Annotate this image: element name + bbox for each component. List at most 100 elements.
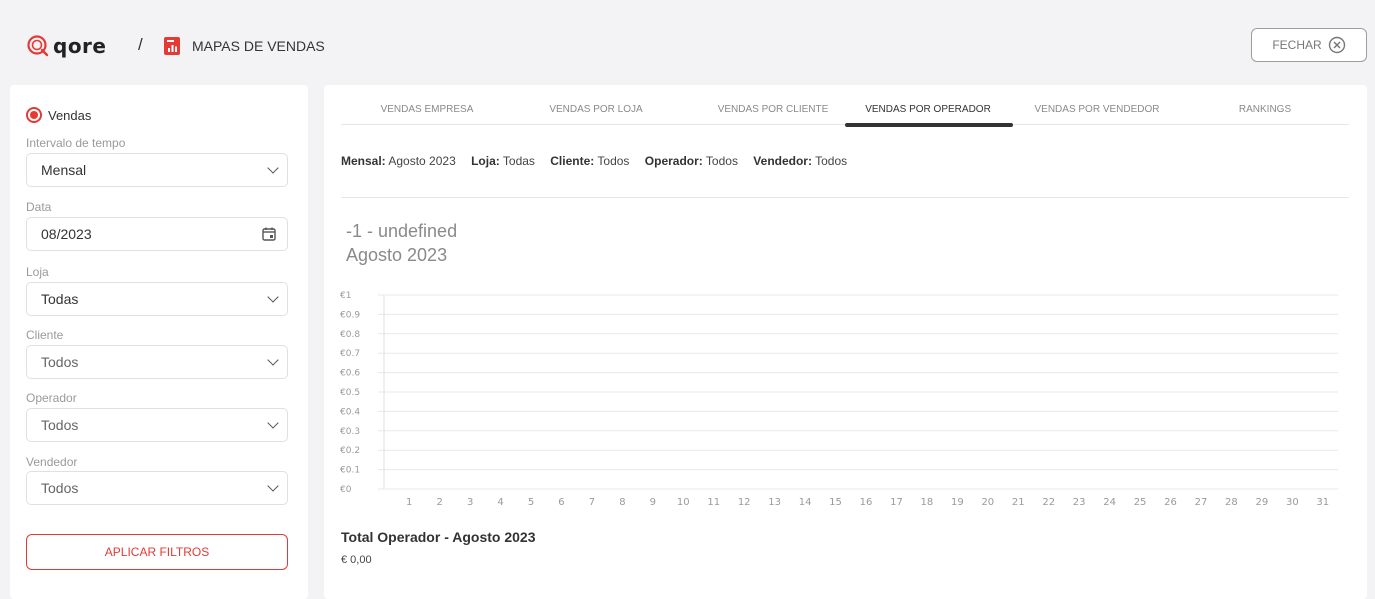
vendas-radio-label: Vendas [48, 107, 92, 123]
filter-sidebar: Vendas Intervalo de tempo Mensal Data 08… [10, 85, 308, 599]
tab-vendas-por-operador[interactable]: VENDAS POR OPERADOR [865, 104, 991, 115]
main-panel: VENDAS EMPRESA VENDAS POR LOJA VENDAS PO… [324, 85, 1367, 599]
tab-vendas-por-loja[interactable]: VENDAS POR LOJA [549, 104, 642, 115]
y-tick-label: €0.1 [340, 466, 360, 476]
breadcrumb-separator: / [138, 35, 143, 54]
x-tick-label: 17 [890, 497, 903, 508]
chart-title: -1 - undefined [346, 221, 458, 241]
date-input[interactable]: 08/2023 [26, 217, 288, 251]
client-label: Cliente [26, 328, 64, 342]
y-tick-label: €0.9 [340, 310, 360, 320]
active-tab-indicator [845, 123, 1013, 127]
sales-map-icon [163, 36, 181, 61]
client-select[interactable]: Todos [26, 345, 288, 379]
calendar-icon[interactable] [261, 226, 277, 242]
date-label: Data [26, 200, 52, 214]
chevron-down-icon [267, 291, 279, 303]
x-tick-label: 31 [1316, 497, 1329, 508]
x-tick-label: 12 [738, 497, 751, 508]
x-tick-label: 24 [1103, 497, 1116, 508]
chart-subtitle: Agosto 2023 [346, 245, 448, 265]
page-title: MAPAS DE VENDAS [192, 38, 325, 54]
x-tick-label: 4 [497, 497, 503, 508]
filter-vendedor-key: Vendedor: [753, 154, 812, 168]
qore-logo[interactable]: qore [27, 34, 106, 58]
seller-select[interactable]: Todos [26, 471, 288, 505]
close-circle-icon [1328, 36, 1345, 54]
chevron-down-icon [267, 354, 279, 366]
report-tabs: VENDAS EMPRESA VENDAS POR LOJA VENDAS PO… [341, 85, 1349, 127]
chevron-down-icon [267, 417, 279, 429]
x-tick-label: 6 [558, 497, 564, 508]
chevron-down-icon [267, 480, 279, 492]
x-tick-label: 1 [406, 497, 412, 508]
qore-logo-icon [27, 35, 49, 57]
x-tick-label: 2 [436, 497, 442, 508]
seller-label: Vendedor [26, 455, 78, 469]
x-tick-label: 15 [829, 497, 842, 508]
x-tick-label: 22 [1042, 497, 1055, 508]
x-tick-label: 3 [467, 497, 473, 508]
tab-vendas-por-cliente[interactable]: VENDAS POR CLIENTE [718, 104, 829, 115]
filter-mensal-value: Agosto 2023 [388, 154, 456, 168]
total-label: Total Operador - Agosto 2023 [341, 529, 536, 545]
total-value: € 0,00 [341, 554, 372, 566]
x-tick-label: 27 [1195, 497, 1208, 508]
filter-operador-value: Todos [705, 154, 738, 168]
interval-select[interactable]: Mensal [26, 153, 288, 187]
filter-operador-key: Operador: [644, 154, 703, 168]
store-label: Loja [26, 265, 49, 279]
x-tick-label: 9 [650, 497, 656, 508]
x-tick-label: 18 [921, 497, 934, 508]
y-tick-label: €0.7 [340, 349, 360, 359]
x-tick-label: 23 [1073, 497, 1086, 508]
operator-label: Operador [26, 391, 77, 405]
vendas-radio[interactable]: Vendas [26, 107, 91, 123]
y-tick-label: €0.8 [340, 330, 360, 340]
interval-value: Mensal [41, 162, 87, 178]
x-tick-label: 25 [1134, 497, 1147, 508]
y-tick-label: €1 [340, 291, 351, 301]
x-tick-label: 28 [1225, 497, 1238, 508]
store-select[interactable]: Todas [26, 282, 288, 316]
chart-title-block: -1 - undefined Agosto 2023 [346, 219, 457, 267]
close-button[interactable]: FECHAR [1251, 28, 1367, 62]
tab-rankings[interactable]: RANKINGS [1239, 104, 1291, 115]
x-tick-label: 11 [707, 497, 720, 508]
interval-label: Intervalo de tempo [26, 136, 126, 150]
active-filters-summary: Mensal: Agosto 2023 Loja: Todas Cliente:… [341, 154, 859, 168]
tab-vendas-por-vendedor[interactable]: VENDAS POR VENDEDOR [1034, 104, 1159, 115]
x-tick-label: 5 [528, 497, 534, 508]
x-tick-label: 8 [619, 497, 625, 508]
close-button-label: FECHAR [1272, 38, 1322, 52]
y-tick-label: €0.5 [340, 388, 360, 398]
filter-mensal-key: Mensal: [341, 154, 386, 168]
section-divider [341, 197, 1349, 198]
x-tick-label: 21 [1012, 497, 1025, 508]
filter-loja-key: Loja: [471, 154, 500, 168]
x-tick-label: 16 [860, 497, 873, 508]
y-tick-label: €0.6 [340, 369, 360, 379]
filter-cliente-value: Todos [597, 154, 630, 168]
chevron-down-icon [267, 162, 279, 174]
radio-selected-icon[interactable] [26, 107, 42, 123]
y-tick-label: €0.2 [340, 446, 360, 456]
x-tick-label: 13 [768, 497, 781, 508]
y-tick-label: €0.4 [340, 407, 360, 417]
apply-filters-button[interactable]: APLICAR FILTROS [26, 534, 288, 570]
x-tick-label: 14 [799, 497, 812, 508]
x-tick-label: 19 [951, 497, 964, 508]
operator-select[interactable]: Todos [26, 408, 288, 442]
store-value: Todas [41, 291, 79, 307]
y-tick-label: €0.3 [340, 427, 360, 437]
tab-vendas-empresa[interactable]: VENDAS EMPRESA [381, 104, 474, 115]
sales-bar-chart: €0 €0.1 €0.2 €0.3 €0.4 €0.5 €0.6 €0.7 €0.8 €0.9 €1… [340, 291, 1338, 508]
x-tick-label: 30 [1286, 497, 1299, 508]
apply-filters-label: APLICAR FILTROS [104, 545, 210, 559]
x-tick-label: 29 [1256, 497, 1269, 508]
top-bar: qore / MAPAS DE VENDAS FECHAR [10, 10, 1367, 85]
x-tick-label: 7 [589, 497, 595, 508]
y-tick-label: €0 [340, 485, 352, 495]
filter-loja-value: Todas [502, 154, 535, 168]
filter-vendedor-value: Todos [815, 154, 848, 168]
